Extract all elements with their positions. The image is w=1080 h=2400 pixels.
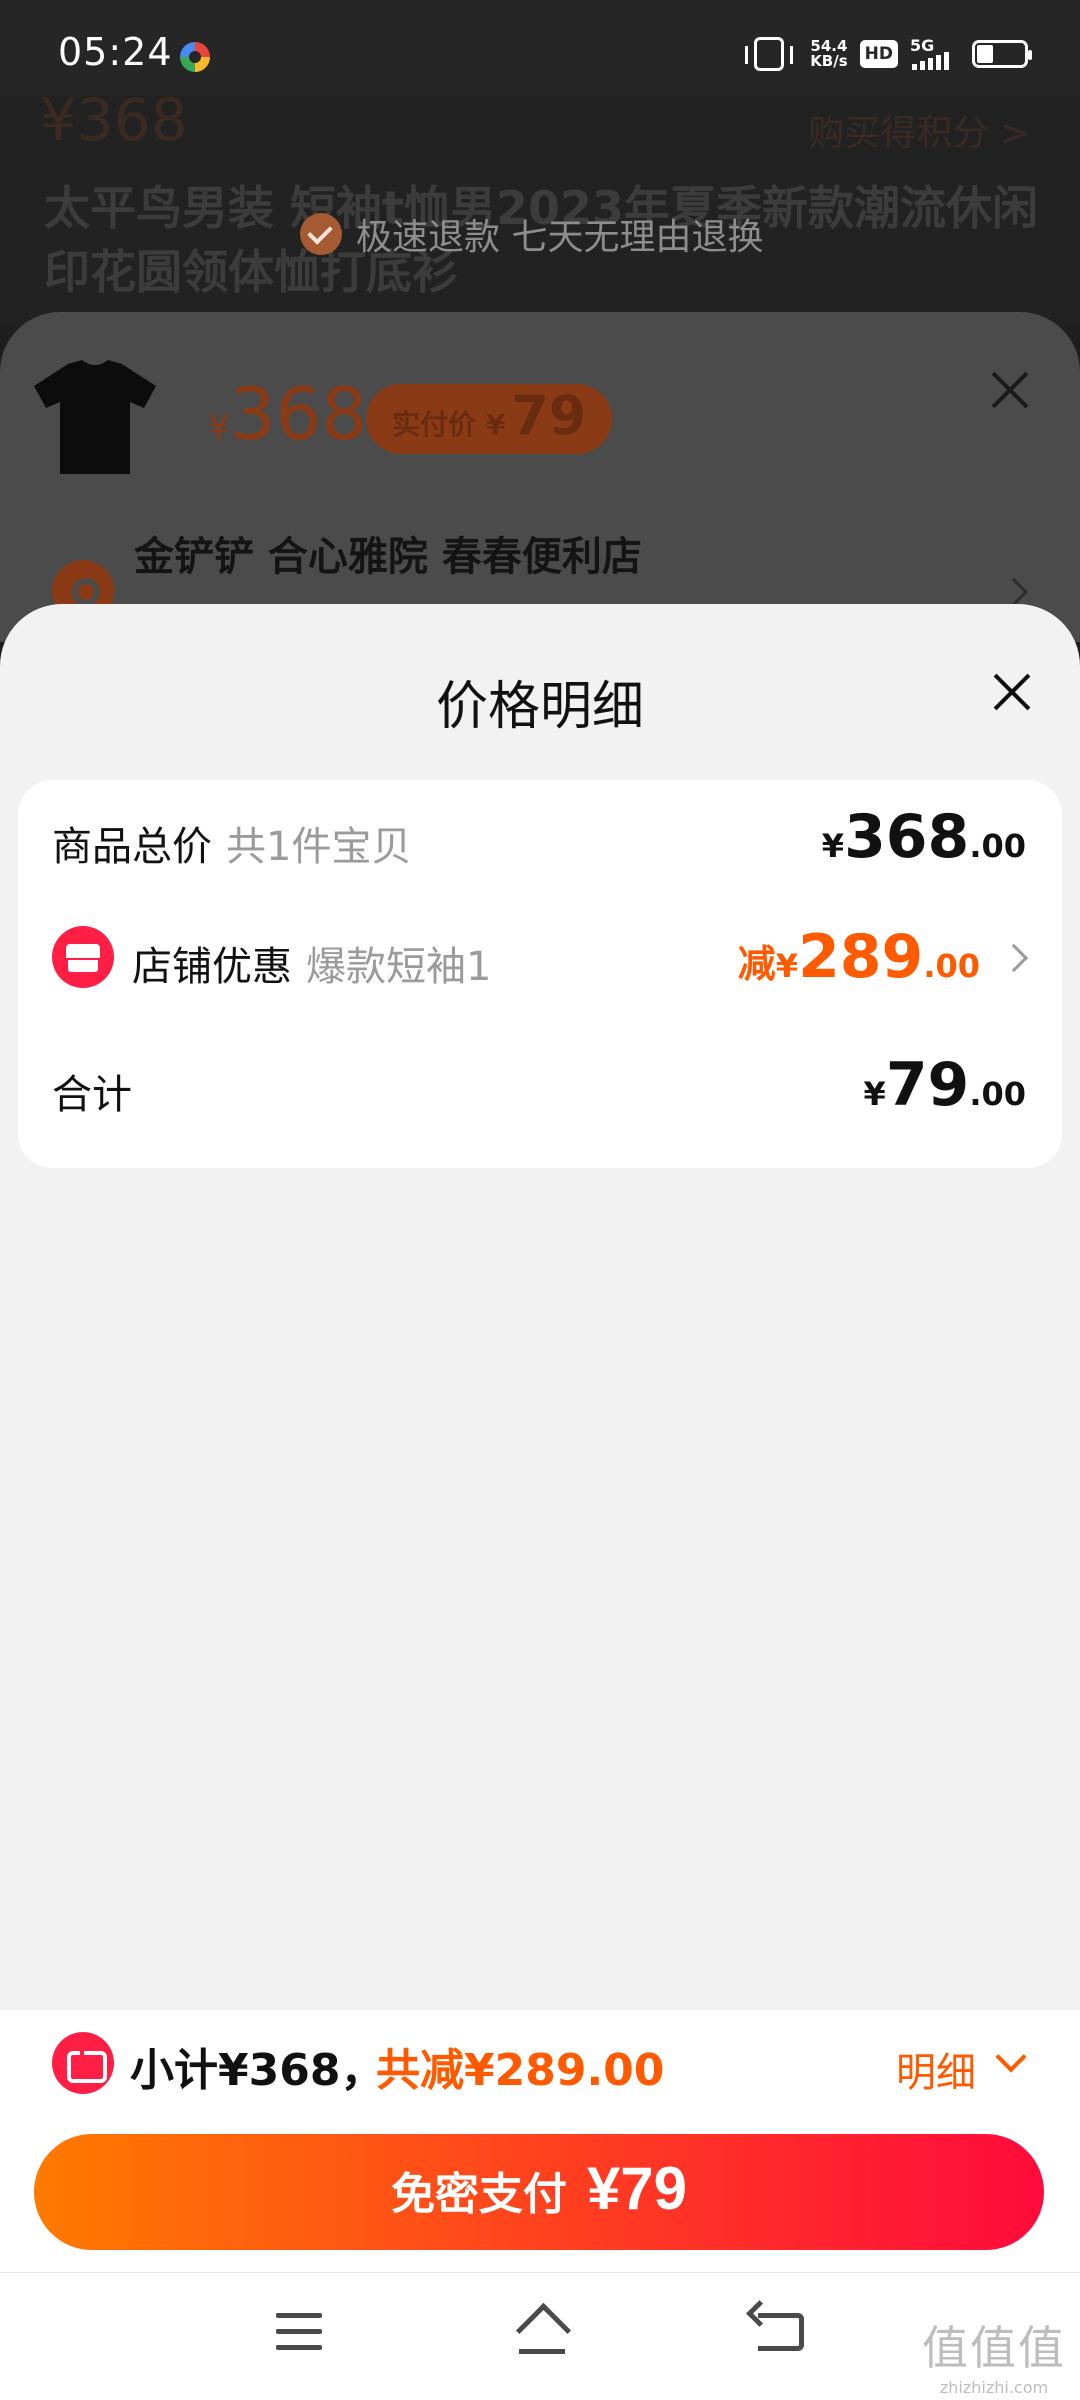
shield-check-icon <box>300 213 342 255</box>
detail-toggle[interactable]: 明细 <box>896 2040 976 2098</box>
network-speed: 54.4 KB/s <box>810 39 847 69</box>
background-price: ¥368 <box>40 86 188 154</box>
ticket-icon <box>52 2032 114 2094</box>
currency-symbol: ¥ <box>863 1075 886 1113</box>
pay-button-amount: ¥79 <box>586 2155 688 2222</box>
app-notification-icon <box>180 42 210 72</box>
signal-icon: 5G <box>910 36 960 72</box>
vibrate-icon <box>745 37 794 71</box>
goods-count: 共1件宝贝 <box>226 824 412 870</box>
hd-badge: HD <box>859 40 898 68</box>
status-icons: 54.4 KB/s HD 5G <box>745 34 1032 74</box>
chevron-down-icon[interactable] <box>995 2041 1027 2073</box>
amount-decimal: .00 <box>923 947 980 985</box>
pay-button-label: 免密支付 <box>390 2170 567 2219</box>
chevron-right-icon[interactable] <box>999 943 1029 973</box>
network-speed-unit: KB/s <box>810 52 848 70</box>
address-chevron-right-icon[interactable] <box>999 577 1029 607</box>
row-label: 店铺优惠 爆款短袖1 <box>132 934 491 992</box>
row-label: 商品总价 共1件宝贝 <box>52 814 411 872</box>
currency-symbol: ¥ <box>821 827 845 865</box>
total-amount: ¥ 79 .00 <box>864 1050 1026 1120</box>
sku-sheet: ¥ 368 实付价 ¥ 79 金铲铲 合心雅院 春春便利店 <box>0 312 1080 642</box>
amount-decimal: .00 <box>969 827 1026 865</box>
goods-total-label: 商品总价 <box>52 824 212 870</box>
actual-pay-badge: 实付价 ¥ 79 <box>366 384 613 454</box>
amount-integer: 368 <box>844 802 970 872</box>
payment-bar: 小计¥368， 共减¥289.00 明细 免密支付 ¥79 <box>0 2010 1080 2272</box>
nav-menu-icon[interactable] <box>276 2313 322 2351</box>
currency-symbol: ¥ <box>775 947 799 985</box>
goods-total-amount: ¥ 368 .00 <box>822 802 1026 872</box>
status-time: 05:24 <box>58 30 173 74</box>
watermark-text: 值值值 <box>922 2321 1066 2375</box>
background-product-page: ¥368 购买得积分 > 太平鸟男装 短袖t恤男2023年夏季新款潮流休闲印花圆… <box>0 86 1080 326</box>
sku-price-value: 368 <box>229 372 368 456</box>
watermark-domain: zhizhizhi.com <box>939 2378 1049 2397</box>
sheet-title: 价格明细 <box>435 677 644 737</box>
nav-back-icon[interactable] <box>758 2313 804 2351</box>
price-detail-card: 商品总价 共1件宝贝 ¥ 368 .00 店铺优惠 爆款短袖1 减 ¥ 289 .0… <box>18 780 1062 1168</box>
watermark: 值值值 zhizhizhi.com <box>922 2312 1066 2397</box>
refund-toast-text: 极速退款 七天无理由退换 <box>356 217 764 258</box>
sku-price: ¥ 368 <box>208 372 367 456</box>
actual-pay-label: 实付价 ¥ <box>392 408 506 441</box>
row-shop-discount[interactable]: 店铺优惠 爆款短袖1 减 ¥ 289 .00 <box>18 908 1062 1008</box>
actual-pay-value: 79 <box>511 384 587 447</box>
refund-toast: 极速退款 七天无理由退换 <box>300 208 763 260</box>
subtotal-text: 小计¥368， <box>130 2045 385 2096</box>
amount-decimal: .00 <box>969 1075 1026 1113</box>
row-total: 合计 ¥ 79 .00 <box>18 1036 1062 1136</box>
shop-coupon-icon <box>52 926 114 988</box>
password-free-pay-button[interactable]: 免密支付 ¥79 <box>34 2134 1044 2250</box>
row-goods-total: 商品总价 共1件宝贝 ¥ 368 .00 <box>18 788 1062 888</box>
sku-close-icon[interactable] <box>990 370 1030 410</box>
amount-integer: 289 <box>798 922 924 992</box>
amount-integer: 79 <box>885 1050 970 1120</box>
total-reduce-text: 共减¥289.00 <box>376 2045 665 2096</box>
system-nav-bar <box>0 2272 1080 2400</box>
shop-discount-name: 爆款短袖1 <box>306 944 492 990</box>
reduce-prefix: 减 <box>737 942 776 986</box>
close-icon[interactable] <box>992 672 1032 712</box>
delivery-address[interactable]: 金铲铲 合心雅院 春春便利店 <box>134 524 642 582</box>
total-label: 合计 <box>52 1072 132 1118</box>
sku-price-symbol: ¥ <box>208 408 230 448</box>
battery-icon <box>972 40 1032 68</box>
product-thumbnail <box>34 360 156 474</box>
status-bar: 05:24 54.4 KB/s HD 5G <box>0 0 1080 96</box>
background-points-link: 购买得积分 > <box>808 113 1030 154</box>
nav-home-icon[interactable] <box>516 2309 568 2355</box>
shop-discount-label: 店铺优惠 <box>132 944 292 990</box>
shop-discount-amount: 减 ¥ 289 .00 <box>738 922 980 992</box>
